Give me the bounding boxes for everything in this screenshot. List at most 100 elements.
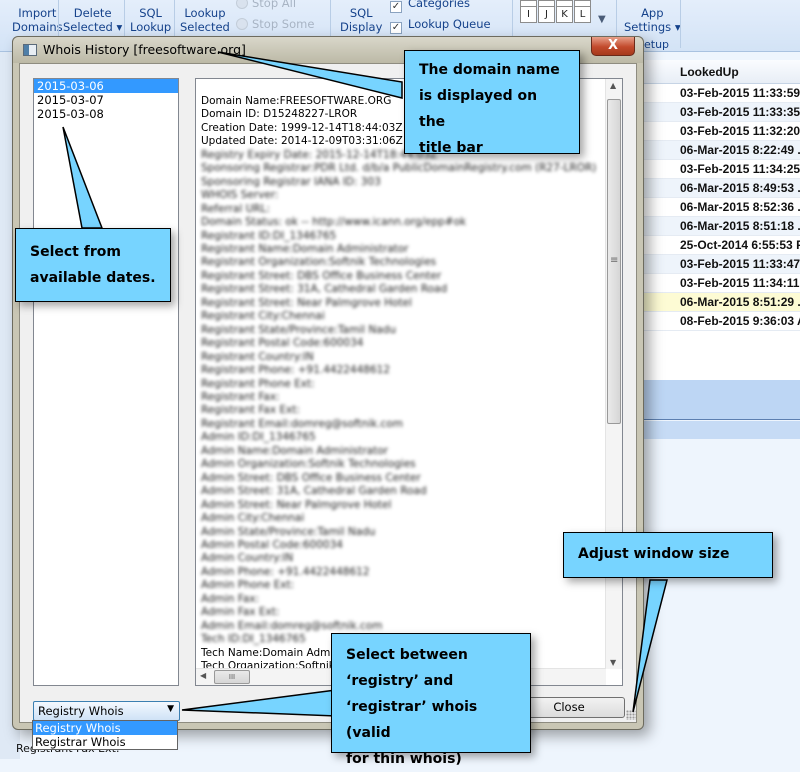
checkbox-checked-icon: ✓ [390,1,402,13]
whois-text-box[interactable]: Domain Name:FREESOFTWARE.ORG Domain ID: D… [195,78,623,686]
whois-type-option[interactable]: Registrar Whois [33,735,177,749]
column-header-lookedup[interactable]: LookedUp [642,60,800,84]
vertical-scroll-thumb[interactable]: ≡ [607,99,621,424]
table-row[interactable]: 03-Feb-2015 11:33:59 [642,84,800,103]
import-domains-label-1: Import [18,6,57,20]
grid-footer-strip [642,421,800,439]
whois-line: Registrant Fax: [201,390,280,403]
date-list[interactable]: 2015-03-06 2015-03-07 2015-03-08 [33,78,179,686]
sql-display-label-2: Display [340,20,383,34]
alpha-filter-gallery: IJKL [520,0,600,23]
callout-line: ‘registrar’ whois (valid [346,699,478,741]
window-title: Whois History [freesoftware.org] [43,42,246,57]
sql-display-button[interactable]: SQL Display [340,6,382,34]
table-row[interactable]: 03-Feb-2015 11:34:25 [642,160,800,179]
vertical-scrollbar[interactable]: ▲ ≡ ▼ [605,79,622,669]
grip-icon: ≡ [610,255,619,266]
lookup-queue-checkbox[interactable]: ✓ Lookup Queue [390,17,491,34]
whois-line: Admin Street: Near Palmgrove Hotel [201,498,392,511]
callout-line: for thin whois) [346,751,462,767]
date-list-item[interactable]: 2015-03-06 [34,79,178,93]
sql-lookup-button[interactable]: SQL Lookup [130,6,171,34]
whois-line: Registrant State/Province:Tamil Nadu [201,323,396,336]
callout-window-size: Adjust window size [563,532,773,578]
whois-line: Domain Status: ok -- http://www.icann.or… [201,216,467,229]
app-settings-button[interactable]: App Settings ▾ [624,6,681,34]
whois-line: Registrant Street: DBS Office Business C… [201,269,442,282]
whois-line: Admin State/Province:Tamil Nadu [201,525,376,538]
whois-line: Registrant City:Chennai [201,310,325,323]
whois-line: Registrant Street: Near Palmgrove Hotel [201,296,412,309]
whois-line: Admin City:Chennai [201,512,305,525]
scroll-down-icon[interactable]: ▼ [610,658,616,667]
delete-selected-button[interactable]: Delete Selected ▾ [63,6,122,34]
stop-some-button[interactable]: Stop Some [236,17,314,31]
table-row[interactable]: 03-Feb-2015 11:32:20 [642,122,800,141]
table-row[interactable]: 03-Feb-2015 11:33:47 [642,255,800,274]
whois-line: Admin Organization:Softnik Technologies [201,458,416,471]
app-settings-label-2: Settings ▾ [624,20,681,34]
scroll-up-icon[interactable]: ▲ [610,81,616,90]
categories-label: Categories [408,0,470,10]
whois-line: Registrant Name:Domain Administrator [201,242,409,255]
whois-line: Registrant Phone Ext: [201,377,315,390]
table-row[interactable]: 25-Oct-2014 6:55:53 P [642,236,800,255]
grid-footer [642,380,800,420]
table-row[interactable]: 03-Feb-2015 11:33:35 [642,103,800,122]
sql-lookup-label-2: Lookup [130,20,172,34]
whois-type-select[interactable]: Registry Whois ▼ [33,701,180,721]
callout-line: title bar [419,140,483,156]
app-settings-label-1: App [641,6,664,20]
table-row[interactable]: 03-Feb-2015 11:34:11 [642,274,800,293]
horizontal-scroll-thumb[interactable]: III [214,670,250,684]
table-row[interactable]: 06-Mar-2015 8:51:29 ... [642,293,800,312]
window-close-button[interactable]: X [591,37,635,56]
lookup-selected-label-2: Selected [180,20,230,34]
table-row[interactable]: 06-Mar-2015 8:22:49 ... [642,141,800,160]
callout-line: ‘registry’ and [346,673,454,689]
table-row[interactable]: 08-Feb-2015 9:36:03 A [642,312,800,331]
delete-selected-label-2: Selected ▾ [63,20,123,34]
whois-type-value: Registry Whois [38,704,124,718]
categories-checkbox[interactable]: ✓ Categories [390,0,470,13]
table-row[interactable]: 06-Mar-2015 8:52:36 ... [642,198,800,217]
chevron-down-icon: ▼ [167,704,174,714]
stop-all-button[interactable]: Stop All [236,0,296,10]
callout-line: The domain name [419,62,560,78]
stop-some-label: Stop Some [252,17,315,31]
whois-line: Admin Name:Domain Administrator [201,444,388,457]
import-domains-label-2: Domains [12,20,63,34]
alpha-key-l[interactable]: L [574,6,591,23]
resize-grip-icon[interactable] [626,710,636,720]
whois-type-option[interactable]: Registry Whois [33,721,177,735]
whois-text: Domain Name:FREESOFTWARE.ORG Domain ID: D… [201,95,601,673]
alpha-key-i[interactable]: I [520,6,537,23]
callout-whois-type: Select between ‘registry’ and ‘registrar… [331,633,531,767]
gallery-more-icon[interactable]: ▼ [598,14,606,25]
table-row[interactable]: 06-Mar-2015 8:51:18 ... [642,217,800,236]
callout-line: Adjust window size [578,546,730,562]
whois-line: Admin Street: 31A, Cathedral Garden Road [201,485,427,498]
scroll-left-icon[interactable]: ◀ [200,671,206,680]
alpha-key-k[interactable]: K [556,6,573,23]
callout-title-bar: The domain name is displayed on the titl… [404,50,580,156]
whois-line: Registrant Fax Ext: [201,404,300,417]
whois-line: Registrant Postal Code:600034 [201,337,364,350]
whois-line: Registrant Phone: +91.4422448612 [201,364,391,377]
whois-line: Referral URL: [201,202,270,215]
sql-lookup-label-1: SQL [139,6,162,20]
domain-grid: LookedUp 03-Feb-2015 11:33:59 03-Feb-2015… [642,60,800,380]
table-row[interactable]: 06-Mar-2015 8:49:53 ... [642,179,800,198]
dialog-client: 2015-03-06 2015-03-07 2015-03-08 Domain Na… [19,63,637,723]
alpha-key-j[interactable]: J [538,6,555,23]
whois-line: Admin Street: DBS Office Business Center [201,471,421,484]
grip-icon: III [228,673,236,681]
lookup-selected-button[interactable]: Lookup Selected [180,6,230,34]
whois-line: Registrant Country:IN [201,350,314,363]
import-domains-button[interactable]: Import Domains [12,6,63,34]
date-list-item[interactable]: 2015-03-08 [34,107,178,121]
date-list-item[interactable]: 2015-03-07 [34,93,178,107]
stop-icon [236,0,248,9]
delete-selected-label-1: Delete [73,6,112,20]
whois-line: Registrant Email:domreg@softnik.com [201,417,403,430]
